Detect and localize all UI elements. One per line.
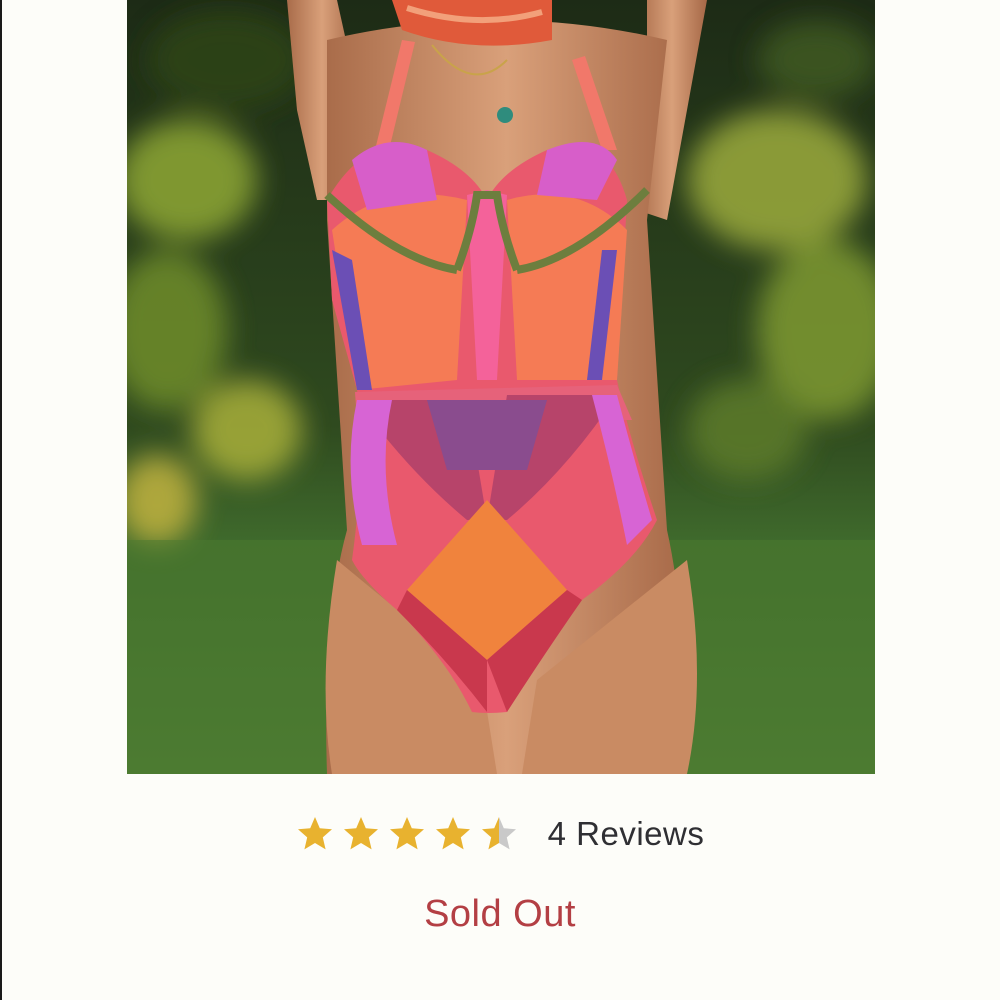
rating-row: 4 Reviews bbox=[0, 806, 1000, 862]
product-image[interactable] bbox=[127, 0, 875, 774]
star-icon bbox=[388, 815, 426, 853]
star-icon bbox=[480, 815, 518, 853]
star-rating[interactable] bbox=[296, 815, 518, 853]
star-icon bbox=[296, 815, 334, 853]
star-icon bbox=[434, 815, 472, 853]
product-card: 4 Reviews Sold Out bbox=[0, 0, 1000, 1000]
star-icon bbox=[342, 815, 380, 853]
reviews-link[interactable]: 4 Reviews bbox=[548, 815, 705, 853]
sold-out-status: Sold Out bbox=[424, 893, 576, 935]
